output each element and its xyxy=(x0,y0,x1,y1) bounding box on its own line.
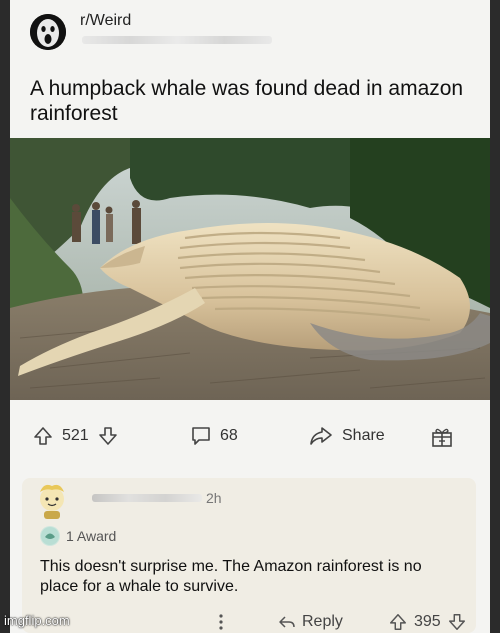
arrow-up-icon[interactable] xyxy=(388,612,408,632)
reply-button[interactable]: Reply xyxy=(278,613,343,631)
vote-group: 521 xyxy=(32,425,119,447)
comment-count: 68 xyxy=(220,427,238,444)
arrow-down-icon[interactable] xyxy=(447,612,467,632)
share-button[interactable]: Share xyxy=(308,425,385,447)
award-badge[interactable]: 1 Award xyxy=(40,526,116,546)
reply-label: Reply xyxy=(302,613,343,630)
comment-bubble-icon xyxy=(192,427,210,445)
award-icon xyxy=(40,526,60,546)
comment-action-bar: Reply 395 xyxy=(22,606,476,632)
comment-vote-count: 395 xyxy=(414,613,441,630)
subreddit-name[interactable]: r/Weird xyxy=(80,12,131,30)
award-button[interactable] xyxy=(430,425,454,449)
user-avatar-icon[interactable] xyxy=(32,482,72,520)
upvote-count: 521 xyxy=(62,427,89,444)
comment-vote-group: 395 xyxy=(388,612,467,632)
reddit-screenshot: r/Weird A humpback whale was found dead … xyxy=(10,0,490,633)
subreddit-avatar[interactable] xyxy=(30,14,66,50)
award-label: 1 Award xyxy=(66,528,117,544)
share-label: Share xyxy=(342,427,385,444)
post-image[interactable] xyxy=(10,138,490,400)
scream-face-icon xyxy=(30,14,66,50)
share-arrow-icon xyxy=(310,427,332,445)
post-action-bar: 521 68 Share xyxy=(10,410,490,462)
comment-username-redacted xyxy=(92,494,202,502)
arrow-up-icon[interactable] xyxy=(32,425,54,447)
gift-award-icon xyxy=(432,428,452,447)
more-dots-icon[interactable] xyxy=(218,614,224,630)
post-header: r/Weird xyxy=(30,10,470,60)
comment-time: 2h xyxy=(206,490,222,506)
post-title[interactable]: A humpback whale was found dead in amazo… xyxy=(30,76,470,126)
post-meta-redacted xyxy=(82,36,272,44)
reply-arrow-icon xyxy=(279,616,295,628)
arrow-down-icon[interactable] xyxy=(97,425,119,447)
top-comment: 2h 1 Award This doesn't surprise me. The… xyxy=(22,478,476,633)
comment-body: This doesn't surprise me. The Amazon rai… xyxy=(40,558,422,595)
imgflip-watermark: imgflip.com xyxy=(4,613,70,628)
comments-button[interactable]: 68 xyxy=(190,425,238,447)
